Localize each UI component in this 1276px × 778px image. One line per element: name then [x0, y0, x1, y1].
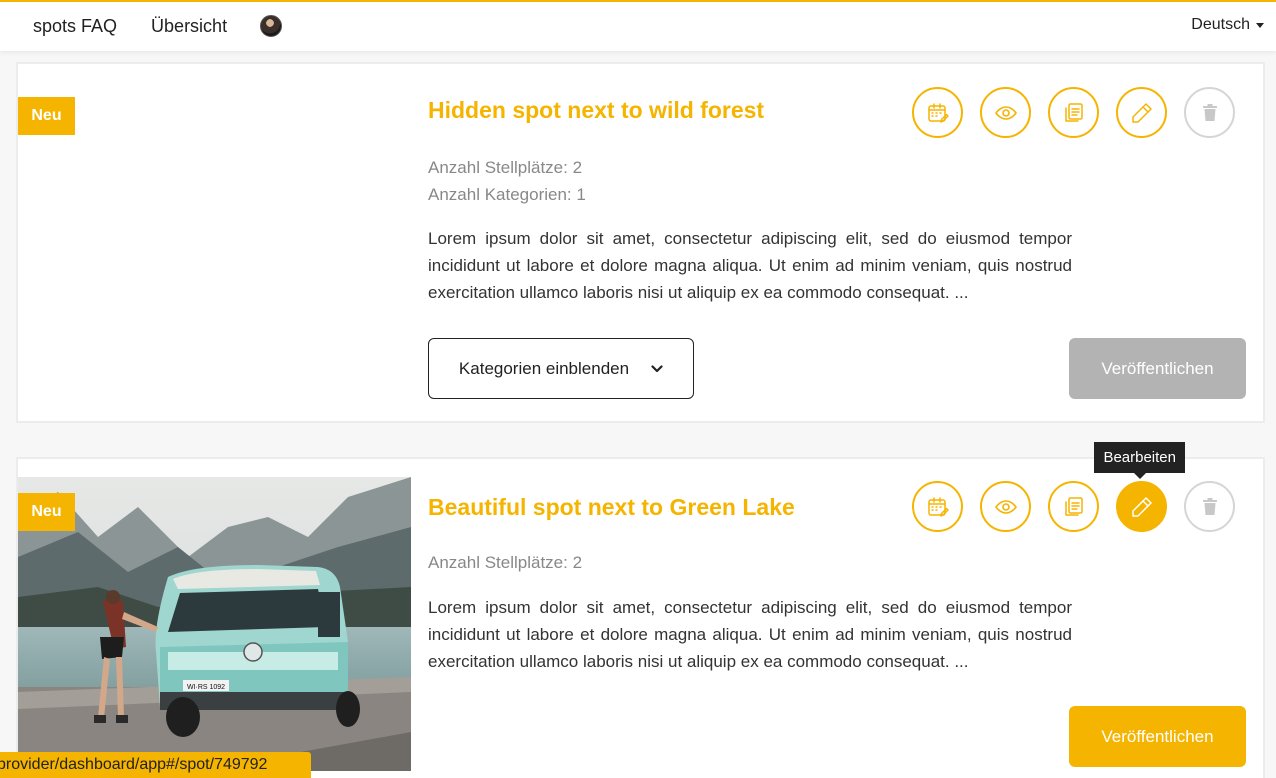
delete-button[interactable]	[1184, 481, 1235, 532]
edit-button[interactable]	[1116, 481, 1167, 532]
status-url: provider/dashboard/app#/spot/749792	[0, 756, 268, 773]
spot-meta: Anzahl Stellplätze: 2	[428, 549, 582, 576]
spot-photo-image: WI·RS 1092	[18, 477, 411, 771]
spot-meta: Anzahl Stellplätze: 2 Anzahl Kategorien:…	[428, 154, 586, 208]
spot-title: Beautiful spot next to Green Lake	[428, 494, 795, 520]
show-categories-button[interactable]: Kategorien einblenden	[428, 338, 694, 399]
top-navbar: spots FAQ Übersicht Deutsch	[0, 0, 1276, 51]
calendar-icon	[927, 102, 949, 123]
meta-line: Anzahl Stellplätze: 2	[428, 553, 583, 572]
language-selector[interactable]: Deutsch	[1191, 16, 1264, 34]
view-button[interactable]	[980, 87, 1031, 138]
spot-photo: WI·RS 1092	[18, 477, 411, 771]
meta-line: Anzahl Stellplätze: 2	[428, 158, 583, 177]
copy-icon	[1064, 496, 1083, 516]
link-preview-statusbar: provider/dashboard/app#/spot/749792	[0, 752, 311, 778]
calendar-icon	[927, 496, 949, 517]
eye-icon	[994, 105, 1017, 120]
avatar[interactable]	[260, 14, 283, 37]
spot-description: Lorem ipsum dolor sit amet, consectetur …	[428, 598, 1072, 671]
publish-button[interactable]: Veröffentlichen	[1069, 706, 1246, 767]
new-badge: Neu	[18, 493, 75, 531]
calendar-button[interactable]	[912, 87, 963, 138]
duplicate-button[interactable]	[1048, 87, 1099, 138]
eye-icon	[994, 499, 1017, 514]
new-badge: Neu	[18, 97, 75, 135]
license-plate: WI·RS 1092	[187, 684, 225, 691]
trash-icon	[1202, 103, 1217, 121]
chevron-down-icon	[1256, 23, 1264, 28]
calendar-button[interactable]	[912, 481, 963, 532]
pencil-icon	[1131, 496, 1152, 517]
spot-title: Hidden spot next to wild forest	[428, 97, 765, 123]
spot-card: Neu Hidden spot next to wild forest Anza…	[16, 62, 1265, 423]
nav-faq-link[interactable]: spots FAQ	[33, 16, 117, 37]
show-categories-label: Kategorien einblenden	[458, 358, 630, 378]
delete-button[interactable]	[1184, 87, 1235, 138]
spot-description: Lorem ipsum dolor sit amet, consectetur …	[428, 229, 1072, 302]
spot-card: Neu WI·RS 1092 Beautiful spot next to Gr…	[16, 442, 1265, 778]
meta-line: Anzahl Kategorien: 1	[428, 185, 586, 204]
action-icons	[912, 481, 1235, 532]
copy-icon	[1064, 102, 1083, 122]
edit-button[interactable]	[1116, 87, 1167, 138]
pencil-icon	[1131, 102, 1152, 123]
nav-overview-link[interactable]: Übersicht	[151, 16, 227, 37]
publish-button[interactable]: Veröffentlichen	[1069, 338, 1246, 399]
language-label: Deutsch	[1191, 16, 1250, 33]
action-icons	[912, 87, 1235, 138]
duplicate-button[interactable]	[1048, 481, 1099, 532]
edit-tooltip: Bearbeiten	[1094, 442, 1185, 479]
trash-icon	[1202, 497, 1217, 515]
chevron-down-icon	[651, 364, 663, 372]
view-button[interactable]	[980, 481, 1031, 532]
